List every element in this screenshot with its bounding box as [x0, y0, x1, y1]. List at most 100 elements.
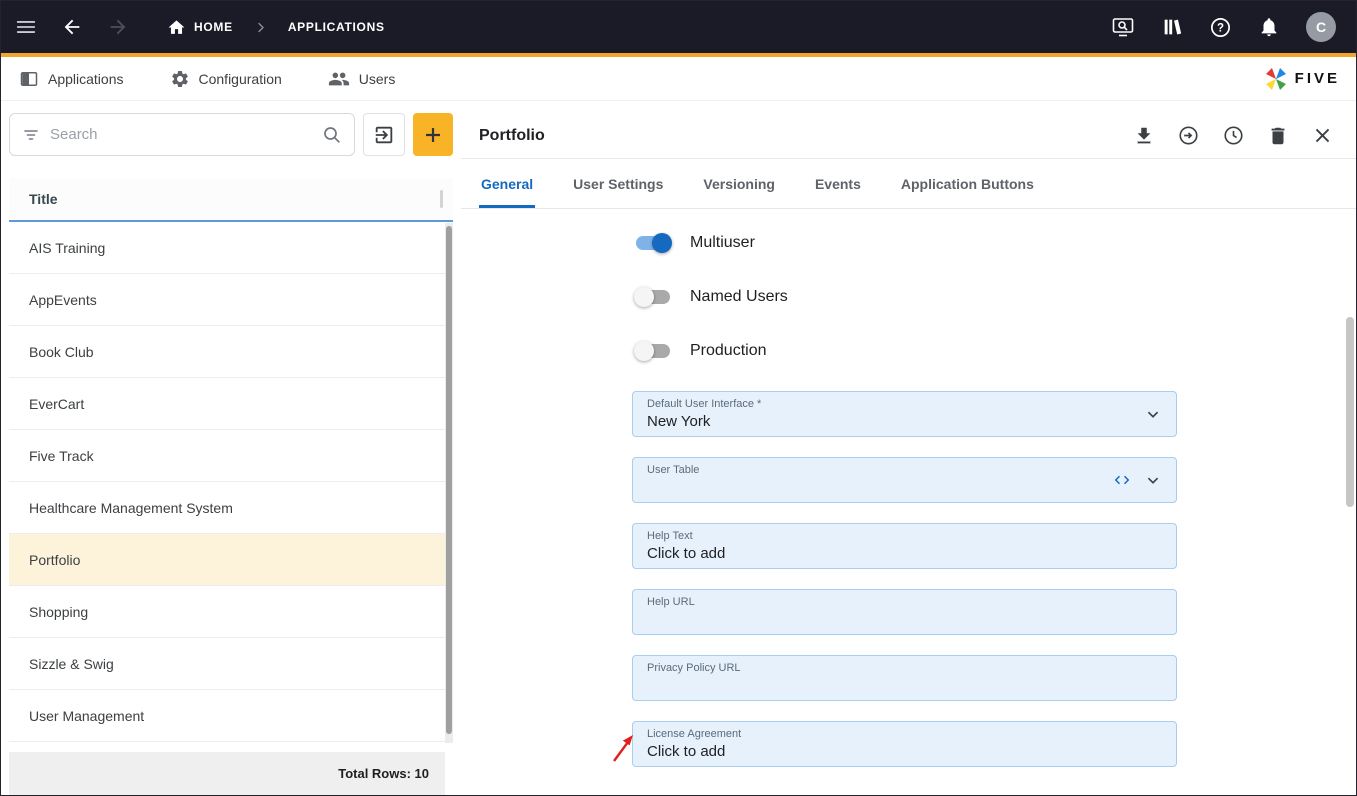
- toggle-row-named-users: Named Users: [632, 283, 1177, 311]
- license-agreement-field[interactable]: License Agreement Click to add: [632, 721, 1177, 767]
- user-table-field[interactable]: User Table: [632, 457, 1177, 503]
- nav-tab-applications[interactable]: Applications: [19, 69, 124, 89]
- field-label: Help URL: [647, 596, 695, 608]
- home-button[interactable]: [167, 18, 186, 37]
- open-record-button[interactable]: [1177, 124, 1200, 147]
- tab-events[interactable]: Events: [813, 159, 863, 208]
- toggle-row-production: Production: [632, 337, 1177, 365]
- avatar[interactable]: C: [1306, 12, 1336, 42]
- forward-button[interactable]: [107, 16, 129, 38]
- list-item[interactable]: Book Club: [9, 326, 445, 378]
- menu-button[interactable]: [15, 16, 37, 38]
- search-input[interactable]: [50, 126, 312, 143]
- field-value: [647, 677, 1162, 695]
- breadcrumb-current: APPLICATIONS: [287, 20, 385, 34]
- search-icon[interactable]: [322, 125, 342, 145]
- back-arrow-icon: [64, 19, 80, 35]
- default-user-interface-field[interactable]: Default User Interface * New York: [632, 391, 1177, 437]
- tab-application-buttons[interactable]: Application Buttons: [899, 159, 1036, 208]
- nav-tab-label: Applications: [48, 70, 124, 87]
- back-button[interactable]: [61, 16, 83, 38]
- download-button[interactable]: [1133, 125, 1155, 147]
- list-item[interactable]: AppEvents: [9, 274, 445, 326]
- plus-icon: [426, 127, 440, 142]
- search-box: [9, 113, 355, 156]
- history-button[interactable]: [1222, 124, 1245, 147]
- list-item[interactable]: Shopping: [9, 586, 445, 638]
- chevron-down-icon: [1147, 411, 1159, 418]
- toggle-knob: [634, 341, 654, 361]
- tab-general[interactable]: General: [479, 159, 536, 208]
- general-form: Multiuser Named Users Production Default…: [632, 229, 1177, 767]
- field-label: License Agreement: [647, 728, 742, 740]
- delete-icon: [1271, 127, 1285, 144]
- detail-tabs: General User Settings Versioning Events …: [461, 159, 1356, 209]
- field-value: New York: [647, 413, 711, 430]
- tab-user-settings[interactable]: User Settings: [571, 159, 665, 208]
- toggle-knob: [634, 287, 654, 307]
- avatar-initial: C: [1315, 19, 1327, 35]
- detail-panel: Portfolio General User Settings Versioni…: [461, 101, 1356, 795]
- notifications-icon: [1261, 18, 1277, 37]
- list-item[interactable]: Healthcare Management System: [9, 482, 445, 534]
- field-value: Click to add: [647, 545, 726, 562]
- topbar: HOME APPLICATIONS ? C: [1, 1, 1356, 57]
- download-icon: [1137, 127, 1151, 143]
- field-value: Click to add: [647, 743, 726, 760]
- close-icon: [1315, 128, 1330, 143]
- users-icon: [328, 72, 349, 85]
- history-icon: [1224, 126, 1243, 145]
- forward-arrow-icon: [110, 19, 126, 35]
- total-rows-label: Total Rows: 10: [338, 766, 429, 781]
- filter-icon[interactable]: [22, 126, 40, 144]
- library-icon: [1164, 19, 1182, 35]
- nav-tab-label: Configuration: [198, 70, 282, 87]
- list-scrollbar[interactable]: [445, 223, 453, 743]
- close-button[interactable]: [1311, 124, 1334, 147]
- toggle-knob: [652, 233, 672, 253]
- library-button[interactable]: [1161, 16, 1183, 38]
- field-value: [647, 479, 1162, 497]
- notifications-button[interactable]: [1258, 16, 1280, 38]
- breadcrumb-home[interactable]: HOME: [194, 20, 233, 34]
- help-button[interactable]: ?: [1209, 16, 1232, 39]
- topbar-left: HOME APPLICATIONS: [15, 16, 385, 38]
- toggle-label: Production: [690, 342, 767, 359]
- help-text-field[interactable]: Help Text Click to add: [632, 523, 1177, 569]
- toggle-row-multiuser: Multiuser: [632, 229, 1177, 257]
- menu-icon: [16, 21, 36, 33]
- detail-scrollbar[interactable]: [1346, 209, 1354, 795]
- breadcrumb: HOME APPLICATIONS: [167, 18, 385, 37]
- add-application-button[interactable]: [413, 113, 453, 156]
- screen-search-button[interactable]: [1111, 15, 1135, 39]
- nav-tab-users[interactable]: Users: [328, 68, 395, 90]
- detail-header-actions: [1133, 124, 1334, 147]
- multiuser-toggle[interactable]: [636, 233, 672, 253]
- list-item[interactable]: User Management: [9, 690, 445, 742]
- column-header-title[interactable]: Title: [29, 191, 58, 207]
- list-item[interactable]: Sizzle & Swig: [9, 638, 445, 690]
- list-scrollbar-thumb[interactable]: [446, 226, 452, 734]
- applications-list-panel: Title AIS Training AppEvents Book Club E…: [9, 101, 453, 795]
- column-resize-handle[interactable]: [440, 190, 443, 208]
- toggle-label: Named Users: [690, 288, 788, 305]
- detail-body: Multiuser Named Users Production Default…: [461, 209, 1356, 795]
- nav-tab-configuration[interactable]: Configuration: [170, 69, 282, 89]
- privacy-policy-url-field[interactable]: Privacy Policy URL: [632, 655, 1177, 701]
- detail-header: Portfolio: [461, 113, 1356, 159]
- detail-scrollbar-thumb[interactable]: [1346, 317, 1354, 507]
- nav-tabs: Applications Configuration Users: [19, 68, 395, 90]
- list-item[interactable]: Portfolio: [9, 534, 445, 586]
- main-content: Title AIS Training AppEvents Book Club E…: [1, 101, 1356, 795]
- named-users-toggle[interactable]: [634, 287, 670, 307]
- list-item[interactable]: EverCart: [9, 378, 445, 430]
- code-icon[interactable]: [1112, 470, 1132, 490]
- production-toggle[interactable]: [634, 341, 670, 361]
- search-row: [9, 113, 453, 156]
- delete-button[interactable]: [1267, 125, 1289, 147]
- list-item[interactable]: Five Track: [9, 430, 445, 482]
- help-url-field[interactable]: Help URL: [632, 589, 1177, 635]
- list-item[interactable]: AIS Training: [9, 222, 445, 274]
- open-selected-button[interactable]: [363, 113, 405, 156]
- tab-versioning[interactable]: Versioning: [701, 159, 777, 208]
